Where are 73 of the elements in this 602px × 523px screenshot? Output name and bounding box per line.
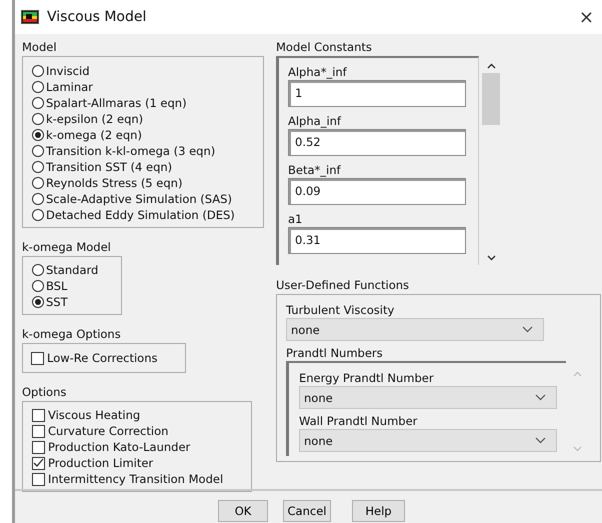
app-icon — [21, 10, 39, 24]
group-label: k-omega Options — [22, 327, 122, 342]
chevron-down-icon — [535, 394, 546, 401]
group-label: User-Defined Functions — [276, 278, 410, 293]
input-field[interactable]: 0.52 — [288, 129, 466, 156]
checkbox[interactable] — [32, 456, 45, 470]
radio-button[interactable] — [32, 81, 44, 93]
field-label: Alpha*_inf — [288, 64, 348, 80]
chevron-down-icon — [522, 326, 533, 333]
field-label: Beta*_inf — [288, 162, 342, 178]
option-label: Spalart-Allmaras (1 eqn) — [46, 96, 187, 110]
field-label: Prandtl Numbers — [286, 345, 384, 361]
field-label: Wall Prandtl Number — [299, 413, 418, 429]
option-label: Reynolds Stress (5 eqn) — [46, 176, 182, 190]
radio-button[interactable] — [32, 161, 44, 173]
option-label: Transition SST (4 eqn) — [46, 160, 172, 174]
option-label: Transition k-kl-omega (3 eqn) — [46, 144, 216, 158]
close-button[interactable]: × — [578, 6, 594, 28]
option-label: Scale-Adaptive Simulation (SAS) — [46, 192, 232, 206]
scroll-up-icon — [572, 371, 582, 377]
option-label: Viscous Heating — [48, 408, 140, 422]
input-field[interactable]: 0.09 — [288, 178, 466, 205]
option-label: Curvature Correction — [48, 424, 168, 438]
option-label: Inviscid — [46, 64, 90, 78]
option-label: Standard — [46, 263, 98, 277]
scroll-up-icon — [486, 63, 496, 69]
radio-button[interactable] — [32, 145, 44, 157]
option-label: Intermittency Transition Model — [48, 472, 224, 486]
option-label: SST — [46, 295, 68, 309]
radio-button[interactable] — [32, 97, 44, 109]
dialog-button[interactable]: OK — [218, 500, 268, 522]
radio-button[interactable] — [32, 65, 44, 77]
option-label: Low-Re Corrections — [47, 351, 158, 365]
radio-button[interactable] — [32, 296, 44, 308]
window-title: Viscous Model — [47, 9, 148, 25]
dialog-button[interactable]: Cancel — [283, 500, 331, 522]
group-label: Model — [22, 40, 58, 55]
radio-button[interactable] — [32, 280, 44, 292]
checkbox[interactable] — [31, 352, 44, 364]
option-label: Detached Eddy Simulation (DES) — [46, 208, 235, 222]
group-label: Model Constants — [276, 40, 373, 55]
group-label: k-omega Model — [22, 240, 112, 255]
option-label: Production Limiter — [48, 456, 154, 470]
scroll-down-icon — [486, 255, 496, 261]
option-label: Production Kato-Launder — [48, 440, 190, 454]
option-label: k-epsilon (2 eqn) — [46, 112, 144, 126]
option-label: Laminar — [46, 80, 93, 94]
scroll-thumb[interactable] — [482, 73, 500, 125]
input-field[interactable]: 0.31 — [288, 227, 466, 254]
dropdown[interactable]: none — [286, 318, 544, 341]
radio-button[interactable] — [32, 209, 44, 221]
chevron-down-icon — [535, 437, 546, 444]
radio-button[interactable] — [32, 177, 44, 189]
field-label: Turbulent Viscosity — [286, 302, 396, 318]
option-label: k-omega (2 eqn) — [46, 128, 142, 142]
radio-button[interactable] — [32, 129, 44, 141]
group-label: Options — [22, 385, 68, 400]
option-label: BSL — [46, 279, 68, 293]
checkbox[interactable] — [32, 424, 45, 438]
field-label: a1 — [288, 211, 304, 227]
checkbox[interactable] — [32, 472, 45, 486]
dialog-button[interactable]: Help — [352, 500, 405, 522]
dropdown[interactable]: none — [299, 429, 557, 452]
field-label: Alpha_inf — [288, 113, 342, 129]
dropdown[interactable]: none — [299, 386, 557, 409]
checkbox[interactable] — [32, 440, 45, 454]
radio-button[interactable] — [32, 113, 44, 125]
input-field[interactable]: 1 — [288, 80, 466, 107]
scroll-down-icon — [572, 446, 582, 452]
radio-button[interactable] — [32, 193, 44, 205]
field-label: Energy Prandtl Number — [299, 370, 435, 386]
radio-button[interactable] — [32, 264, 44, 276]
checkbox[interactable] — [32, 408, 45, 422]
